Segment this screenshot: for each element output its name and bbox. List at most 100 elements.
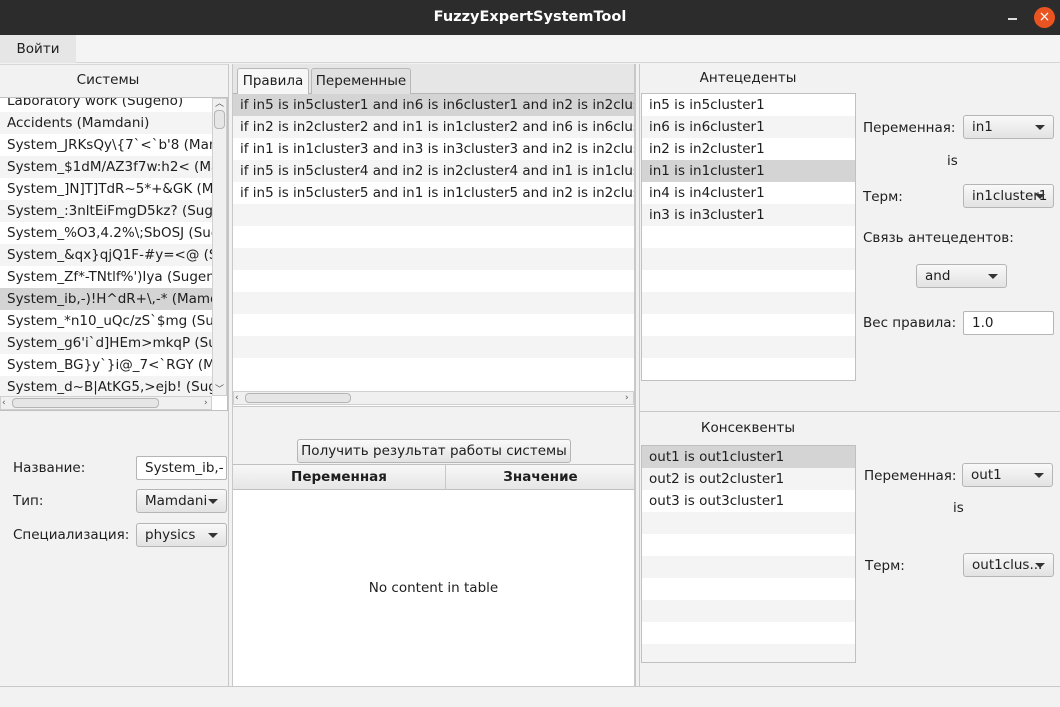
scroll-down-arrow-icon[interactable]: ﹀ (215, 385, 224, 395)
empty-row[interactable] (642, 226, 855, 248)
system-list-item[interactable]: Laboratory work (Sugeno) (0, 98, 212, 112)
system-list-item[interactable]: System_g6'i`d]HEm>mkqP (Sug (0, 332, 212, 354)
consequent-list-item[interactable]: out3 is out3cluster1 (642, 490, 855, 512)
empty-row[interactable] (642, 270, 855, 292)
antecedent-variable-label: Переменная: (863, 120, 956, 136)
consequent-term-select[interactable]: out1clus... (963, 553, 1054, 577)
system-type-label: Тип: (13, 493, 44, 509)
right-split (640, 411, 1060, 412)
scroll-left-arrow-icon[interactable]: ‹ (235, 393, 239, 403)
scroll-right-arrow-icon[interactable]: › (625, 393, 629, 403)
minimize-button[interactable] (1004, 10, 1020, 26)
system-type-value: Mamdani (145, 493, 208, 509)
system-list-item[interactable]: System_BG}y`}i@_7<`RGY (Ma (0, 354, 212, 376)
empty-row[interactable] (233, 226, 634, 248)
rule-list-item[interactable]: if in5 is in5cluster5 and in1 is in1clus… (233, 182, 634, 204)
system-list-item[interactable]: System_$1dM/AZ3f7w:h2< (Ma (0, 156, 212, 178)
empty-row[interactable] (233, 358, 634, 380)
rule-list-item[interactable]: if in5 is in5cluster1 and in6 is in6clus… (233, 94, 634, 116)
antecedent-link-select[interactable]: and (916, 264, 1007, 288)
empty-row[interactable] (642, 336, 855, 358)
system-name-field[interactable]: System_ib,- (136, 456, 227, 480)
center-split (233, 406, 634, 407)
rule-list-item[interactable]: if in5 is in5cluster4 and in2 is in2clus… (233, 160, 634, 182)
system-spec-value: physics (145, 527, 196, 543)
scroll-up-arrow-icon[interactable]: ︿ (215, 99, 224, 109)
antecedent-variable-select[interactable]: in1 (963, 115, 1054, 139)
antecedent-list-item[interactable]: in6 is in6cluster1 (642, 116, 855, 138)
chevron-down-icon (1034, 473, 1044, 478)
get-result-button[interactable]: Получить результат работы системы (297, 439, 571, 463)
tab-variables[interactable]: Переменные (311, 68, 411, 94)
empty-row[interactable] (233, 336, 634, 358)
menu-login[interactable]: Войти (0, 35, 76, 63)
antecedent-list-item[interactable]: in3 is in3cluster1 (642, 204, 855, 226)
empty-row[interactable] (642, 248, 855, 270)
antecedent-term-select[interactable]: in1cluster1 (963, 184, 1054, 208)
tab-rules[interactable]: Правила (237, 68, 309, 95)
systems-vscroll[interactable] (212, 98, 227, 396)
system-type-select[interactable]: Mamdani (136, 489, 227, 513)
table-empty-message: No content in table (368, 580, 499, 596)
system-list-item[interactable]: System_ib,-)!H^dR+\,-* (Mamd (0, 288, 212, 310)
column-header-variable[interactable]: Переменная (233, 465, 446, 490)
antecedent-list-item[interactable]: in5 is in5cluster1 (642, 94, 855, 116)
chevron-down-icon (208, 533, 218, 538)
systems-vscroll-thumb[interactable] (214, 110, 225, 129)
system-list-item[interactable]: System_%O3,4.2%\;SbOSJ (Sug (0, 222, 212, 244)
empty-row[interactable] (233, 314, 634, 336)
empty-row[interactable] (642, 622, 855, 644)
antecedent-list-item[interactable]: in4 is in4cluster1 (642, 182, 855, 204)
rule-list-item[interactable]: if in2 is in2cluster2 and in1 is in1clus… (233, 116, 634, 138)
empty-row[interactable] (642, 292, 855, 314)
empty-row[interactable] (642, 578, 855, 600)
antecedent-list-item[interactable]: in1 is in1cluster1 (642, 160, 855, 182)
rule-list-item[interactable]: if in1 is in1cluster3 and in3 is in3clus… (233, 138, 634, 160)
menu-bar: Войти (0, 35, 1060, 63)
rules-list[interactable]: if in5 is in5cluster1 and in6 is in6clus… (233, 94, 634, 406)
empty-row[interactable] (642, 600, 855, 622)
scroll-right-arrow-icon[interactable]: › (204, 398, 208, 408)
systems-list[interactable]: Laboratory work (Sugeno) Accidents (Mamda… (0, 97, 228, 411)
empty-row[interactable] (642, 512, 855, 534)
consequent-list-item[interactable]: out1 is out1cluster1 (642, 446, 855, 468)
system-list-item[interactable]: Accidents (Mamdani) (0, 112, 212, 134)
right-divider (639, 64, 640, 687)
system-list-item[interactable]: System_]N]T]TdR~5*+&GK (Ma (0, 178, 212, 200)
scroll-left-arrow-icon[interactable]: ‹ (2, 398, 6, 408)
system-spec-label: Специализация: (13, 527, 130, 543)
consequent-variable-select[interactable]: out1 (962, 463, 1053, 487)
consequent-term-label: Терм: (865, 558, 905, 574)
column-header-value[interactable]: Значение (447, 465, 634, 490)
rules-hscroll-thumb[interactable] (245, 393, 351, 403)
empty-row[interactable] (233, 270, 634, 292)
systems-hscroll-thumb[interactable] (12, 398, 159, 408)
chevron-down-icon (1035, 125, 1045, 130)
system-list-item[interactable]: System_JRKsQy\{7`<`b'8 (Mam (0, 134, 212, 156)
empty-row[interactable] (642, 534, 855, 556)
consequents-list[interactable]: out1 is out1cluster1 out2 is out2cluster1… (641, 445, 856, 663)
empty-row[interactable] (233, 248, 634, 270)
chevron-down-icon (988, 274, 998, 279)
antecedent-is-label: is (947, 153, 958, 169)
empty-row[interactable] (642, 358, 855, 380)
center-right-border (634, 64, 636, 687)
antecedents-list[interactable]: in5 is in5cluster1 in6 is in6cluster1 in2 … (641, 93, 856, 381)
bottom-border (0, 686, 1060, 687)
close-button[interactable]: × (1034, 7, 1055, 28)
system-list-item[interactable]: System_*n10_uQc/zS`$mg (Sug (0, 310, 212, 332)
empty-row[interactable] (642, 556, 855, 578)
system-list-item[interactable]: System_:3nltEiFmgD5kz? (Suge (0, 200, 212, 222)
system-list-item[interactable]: System_&qx}qjQ1F-#y=<@ (Su (0, 244, 212, 266)
empty-row[interactable] (233, 292, 634, 314)
empty-row[interactable] (642, 314, 855, 336)
chevron-down-icon (1035, 563, 1045, 568)
system-list-item[interactable]: System_Zf*-TNtlf%')Iya (Sugeno (0, 266, 212, 288)
rule-weight-field[interactable]: 1.0 (963, 311, 1054, 335)
empty-row[interactable] (233, 204, 634, 226)
empty-row[interactable] (642, 644, 855, 662)
antecedent-list-item[interactable]: in2 is in2cluster1 (642, 138, 855, 160)
system-list-item[interactable]: System_d~B|AtKG5,>ejb! (Suge (0, 376, 212, 398)
consequent-list-item[interactable]: out2 is out2cluster1 (642, 468, 855, 490)
system-spec-select[interactable]: physics (136, 523, 227, 547)
